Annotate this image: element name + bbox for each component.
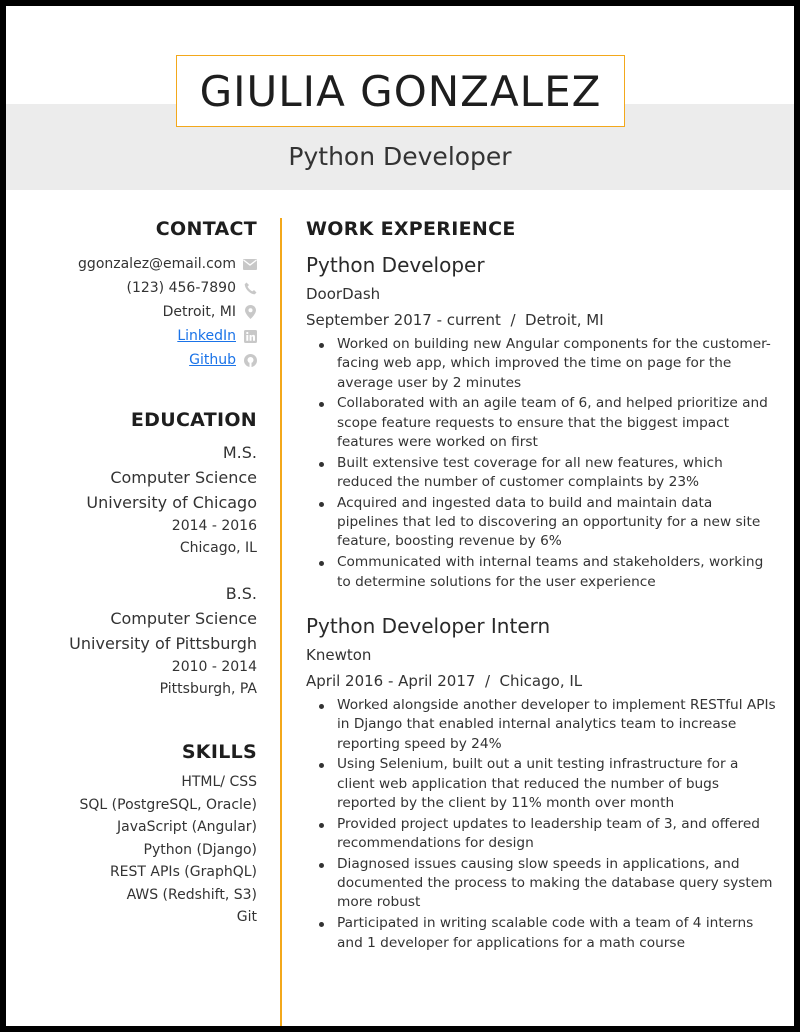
candidate-title: Python Developer <box>288 142 512 171</box>
job-dates: April 2016 - April 2017 / Chicago, IL <box>306 672 583 690</box>
linkedin-icon <box>243 329 257 343</box>
location-text: Detroit, MI <box>162 304 236 320</box>
github-link[interactable]: Github <box>189 352 236 368</box>
education-entry: B.S. Computer Science University of Pitt… <box>69 581 257 700</box>
skill-item: Git <box>236 909 257 925</box>
degree: B.S. <box>225 584 257 603</box>
school-name: University of Pittsburgh <box>69 634 257 653</box>
skill-item: JavaScript (Angular) <box>117 819 257 835</box>
contact-heading: CONTACT <box>155 218 257 240</box>
job-entry: Python Developer Intern Knewton April 20… <box>306 613 776 954</box>
education-section: EDUCATION <box>131 409 257 431</box>
job-bullet: Collaborated with an agile team of 6, an… <box>306 394 776 452</box>
github-icon <box>243 353 257 367</box>
job-bullet: Worked alongside another developer to im… <box>306 696 776 754</box>
phone-text: (123) 456-7890 <box>126 280 237 296</box>
job-bullets: Worked on building new Angular component… <box>306 335 776 592</box>
linkedin-link[interactable]: LinkedIn <box>177 328 236 344</box>
job-bullet: Acquired and ingested data to build and … <box>306 494 776 552</box>
phone-icon <box>243 281 257 295</box>
job-entry: Python Developer DoorDash September 2017… <box>306 252 776 593</box>
envelope-icon <box>243 257 257 271</box>
candidate-name: GIULIA GONZALEZ <box>199 66 602 116</box>
education-years: 2014 - 2016 <box>171 518 257 534</box>
skill-item: Python (Django) <box>143 841 257 858</box>
name-box: GIULIA GONZALEZ <box>176 55 625 127</box>
resume-page: GIULIA GONZALEZ Python Developer CONTACT… <box>6 6 794 1026</box>
job-bullet: Using Selenium, built out a unit testing… <box>306 755 776 813</box>
job-bullet: Worked on building new Angular component… <box>306 335 776 393</box>
field-of-study: Computer Science <box>110 468 257 487</box>
education-heading: EDUCATION <box>130 409 257 431</box>
contact-list: ggonzalez@email.com (123) 456-7890 Detro… <box>78 252 257 372</box>
job-bullet: Diagnosed issues causing slow speeds in … <box>306 855 776 913</box>
education-location: Chicago, IL <box>179 540 257 556</box>
skills-section: SKILLS <box>182 741 257 763</box>
education-location: Pittsburgh, PA <box>159 681 257 697</box>
contact-location: Detroit, MI <box>78 300 257 324</box>
job-bullet: Provided project updates to leadership t… <box>306 815 776 854</box>
contact-github: Github <box>78 348 257 372</box>
job-bullets: Worked alongside another developer to im… <box>306 696 776 953</box>
education-years: 2010 - 2014 <box>171 659 257 675</box>
contact-linkedin: LinkedIn <box>78 324 257 348</box>
skill-item: HTML/ CSS <box>181 774 257 790</box>
company-name: DoorDash <box>306 285 381 303</box>
job-title: Python Developer Intern <box>306 614 551 638</box>
contact-phone: (123) 456-7890 <box>78 276 257 300</box>
field-of-study: Computer Science <box>110 609 257 628</box>
company-name: Knewton <box>306 646 372 664</box>
experience-heading: WORK EXPERIENCE <box>306 218 516 240</box>
job-bullet: Participated in writing scalable code wi… <box>306 914 776 953</box>
skills-list: HTML/ CSS SQL (PostgreSQL, Oracle) JavaS… <box>80 771 257 929</box>
skills-heading: SKILLS <box>181 741 257 763</box>
job-title: Python Developer <box>306 253 485 277</box>
contact-email: ggonzalez@email.com <box>78 252 257 276</box>
job-bullet: Communicated with internal teams and sta… <box>306 553 776 592</box>
school-name: University of Chicago <box>86 493 257 512</box>
contact-section: CONTACT <box>156 218 257 240</box>
skill-item: AWS (Redshift, S3) <box>126 886 257 903</box>
column-divider <box>280 218 282 1026</box>
job-dates: September 2017 - current / Detroit, MI <box>306 311 604 329</box>
job-bullet: Built extensive test coverage for all ne… <box>306 454 776 493</box>
skill-item: REST APIs (GraphQL) <box>109 864 257 880</box>
skill-item: SQL (PostgreSQL, Oracle) <box>79 796 257 813</box>
email-text: ggonzalez@email.com <box>78 256 236 272</box>
education-entry: M.S. Computer Science University of Chic… <box>86 440 257 559</box>
degree: M.S. <box>222 443 257 462</box>
experience-section: WORK EXPERIENCE <box>306 218 776 240</box>
map-pin-icon <box>243 305 257 319</box>
